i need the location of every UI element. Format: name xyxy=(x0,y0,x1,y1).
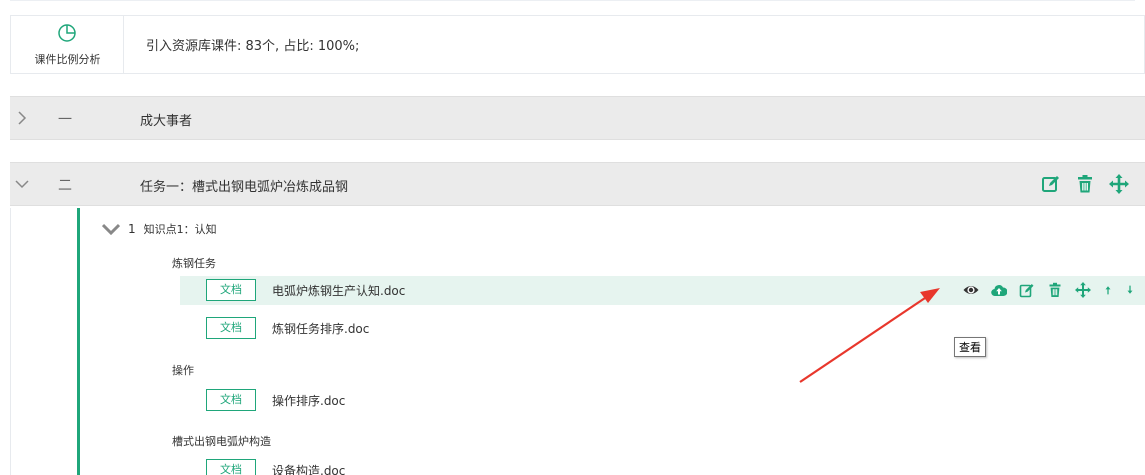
file-name[interactable]: 操作排序.doc xyxy=(272,392,345,409)
arrow-down-icon[interactable] xyxy=(1125,282,1135,298)
eye-icon[interactable] xyxy=(963,282,979,298)
file-name[interactable]: 电弧炉炼钢生产认知.doc xyxy=(272,282,405,299)
chapter-number: 一 xyxy=(58,112,72,128)
file-row[interactable]: 文档 设备构造.doc xyxy=(180,456,1145,475)
file-name[interactable]: 炼钢任务排序.doc xyxy=(272,320,369,337)
knowledge-point-label: 知识点1：认知 xyxy=(143,223,217,236)
group-title: 操作 xyxy=(172,364,194,377)
trash-icon[interactable] xyxy=(1075,174,1095,194)
courseware-summary: 引入资源库课件: 83个, 占比: 100%; xyxy=(146,39,360,54)
courseware-stats-panel: 课件比例分析 引入资源库课件: 83个, 占比: 100%; xyxy=(10,15,1145,74)
chapter-row[interactable]: 二 任务一：槽式出钢电弧炉冶炼成品钢 xyxy=(10,162,1145,206)
chevron-down-icon[interactable] xyxy=(102,223,120,235)
file-type-badge: 文档 xyxy=(206,459,256,475)
file-actions xyxy=(963,281,1135,299)
chapter-number: 二 xyxy=(58,178,72,194)
group-title: 槽式出钢电弧炉构造 xyxy=(172,435,271,448)
file-row[interactable]: 文档 操作排序.doc xyxy=(180,386,1145,415)
courseware-ratio-label: 课件比例分析 xyxy=(34,53,101,66)
file-type-badge: 文档 xyxy=(206,389,256,411)
cloud-upload-icon[interactable] xyxy=(991,282,1007,298)
move-icon[interactable] xyxy=(1075,282,1091,298)
file-type-badge: 文档 xyxy=(206,279,256,301)
courseware-ratio-tile[interactable]: 课件比例分析 xyxy=(11,16,124,73)
edit-icon[interactable] xyxy=(1019,282,1035,298)
chapter-title: 成大事者 xyxy=(140,114,193,129)
chapter-actions xyxy=(1041,173,1129,195)
chevron-down-icon[interactable] xyxy=(14,175,30,193)
trash-icon[interactable] xyxy=(1047,282,1063,298)
knowledge-point-row[interactable]: 1 知识点1：认知 xyxy=(102,220,217,238)
edit-icon[interactable] xyxy=(1041,174,1061,194)
move-icon[interactable] xyxy=(1109,174,1129,194)
pie-chart-icon xyxy=(58,24,76,42)
group-title: 炼钢任务 xyxy=(172,257,216,270)
knowledge-point-number: 1 xyxy=(128,222,136,236)
chapter-row[interactable]: 一 成大事者 xyxy=(10,96,1145,140)
file-type-badge: 文档 xyxy=(206,317,256,339)
arrow-up-icon[interactable] xyxy=(1103,282,1113,298)
chapter-title: 任务一：槽式出钢电弧炉冶炼成品钢 xyxy=(140,180,349,195)
view-tooltip: 查看 xyxy=(954,337,986,357)
file-name[interactable]: 设备构造.doc xyxy=(272,462,345,475)
file-row[interactable]: 文档 炼钢任务排序.doc xyxy=(180,314,1145,343)
chevron-right-icon[interactable] xyxy=(14,109,30,127)
tree-line xyxy=(77,208,80,475)
file-row[interactable]: 文档 电弧炉炼钢生产认知.doc xyxy=(180,276,1145,305)
top-divider xyxy=(10,0,1135,1)
